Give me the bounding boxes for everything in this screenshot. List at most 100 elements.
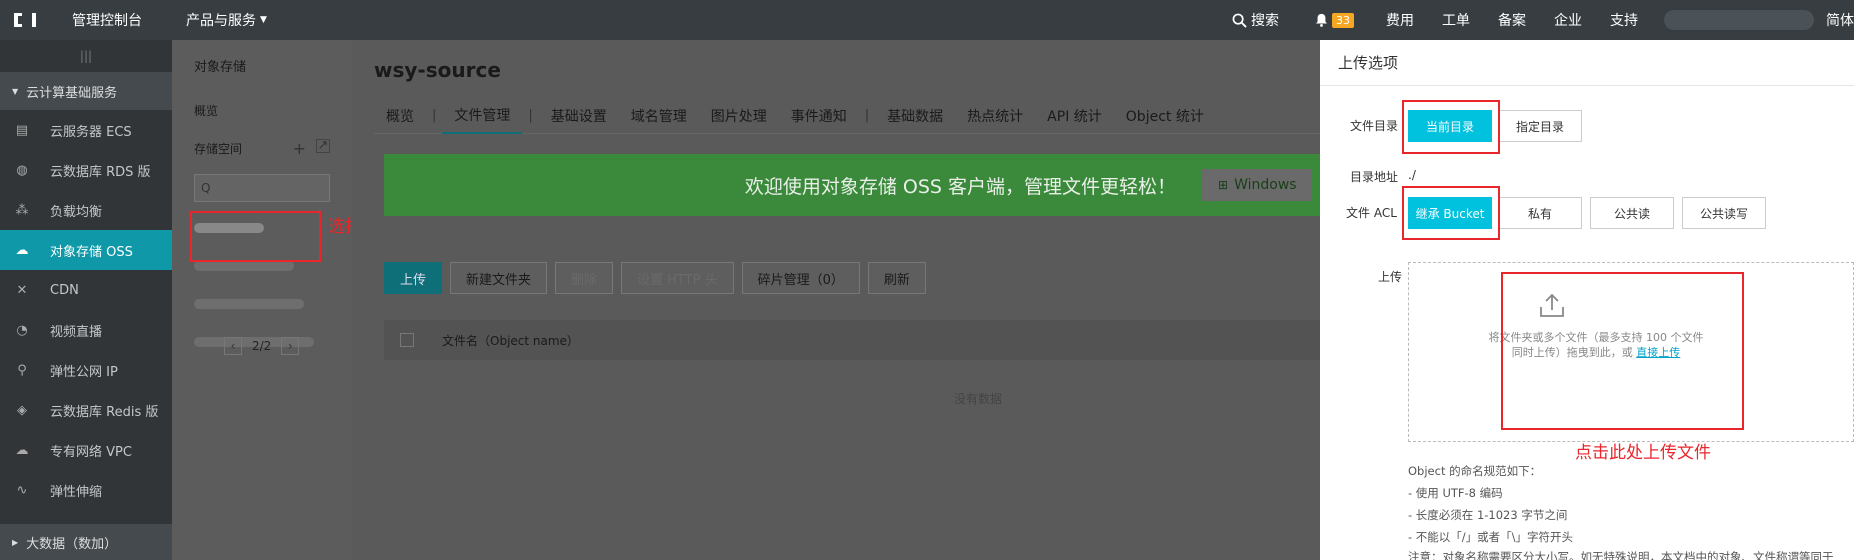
language-switch[interactable]: 简体 (1826, 0, 1854, 40)
annotation-current-dir-box (1402, 100, 1500, 154)
sidebar-item-cdn[interactable]: ✕ CDN (0, 270, 172, 310)
redis-icon: ◈ (17, 402, 27, 418)
acl-label: 文件 ACL (1346, 206, 1397, 220)
client-banner: 欢迎使用对象存储 OSS 客户端，管理文件更轻松！ ⊞ Windows (384, 154, 1320, 216)
bucket-item[interactable] (194, 292, 352, 316)
nav-link-support[interactable]: 支持 (1596, 0, 1652, 40)
sidebar-item-rds[interactable]: ◍ 云数据库 RDS 版 (0, 150, 172, 190)
tab-hot-stats[interactable]: 热点统计 (955, 98, 1035, 134)
acl-public-read-button[interactable]: 公共读 (1590, 197, 1674, 229)
tab-api-stats[interactable]: API 统计 (1035, 98, 1114, 134)
rules-note: 注意：对象名称需要区分大小写。如无特殊说明，本文档中的对象、文件称谓等同于 Ob… (1408, 550, 1834, 560)
oss-subnav: 对象存储 概览 存储空间 + ↗ Q ‹ 2/2 › (172, 40, 352, 560)
nav-link-beian[interactable]: 备案 (1484, 0, 1540, 40)
empty-state: 没有数据 (953, 392, 1002, 406)
rule-item: - 不能以「/」或者「\」字符开头 (1408, 530, 1574, 544)
search-label: 搜索 (1251, 13, 1279, 29)
storage-space-label: 存储空间 (194, 141, 243, 156)
cdn-icon: ✕ (16, 282, 28, 298)
annotation-upload-box (1501, 272, 1744, 430)
windows-icon: ⊞ (1218, 178, 1229, 192)
banner-text: 欢迎使用对象存储 OSS 客户端，管理文件更轻松！ (744, 175, 1176, 198)
sidebar-item-label: 负载均衡 (50, 204, 103, 220)
nav-link-enterprise[interactable]: 企业 (1540, 0, 1596, 40)
top-bar: 管理控制台 产品与服务 ▼ 搜索 33 费用 工单 备案 企业 支持 简体 (0, 0, 1854, 40)
new-folder-button[interactable]: 新建文件夹 (450, 262, 548, 294)
notification-badge: 33 (1332, 12, 1354, 28)
add-bucket-icon[interactable]: + (293, 139, 306, 158)
console-link[interactable]: 管理控制台 (50, 0, 164, 40)
scaling-icon: ∿ (16, 482, 28, 498)
specify-dir-button[interactable]: 指定目录 (1498, 110, 1582, 142)
tab-domain[interactable]: 域名管理 (619, 98, 699, 134)
sidebar-item-label: 对象存储 OSS (50, 244, 133, 260)
bell-icon (1315, 13, 1328, 27)
upload-button[interactable]: 上传 (384, 262, 443, 294)
sidebar-item-label: 云数据库 Redis 版 (50, 404, 159, 420)
vpc-icon: ☁ (15, 442, 29, 458)
tab-image[interactable]: 图片处理 (699, 98, 779, 134)
user-account[interactable] (1664, 10, 1814, 30)
tab-basic-settings[interactable]: 基础设置 (539, 98, 619, 134)
windows-download-button[interactable]: ⊞ Windows (1202, 169, 1312, 201)
nav-link-fee[interactable]: 费用 (1372, 0, 1428, 40)
prev-page-button[interactable]: ‹ (224, 337, 242, 355)
dir-label: 文件目录 (1350, 119, 1399, 133)
sidebar-item-slb[interactable]: ⁂ 负载均衡 (0, 190, 172, 230)
products-menu[interactable]: 产品与服务 ▼ (164, 0, 289, 40)
sidebar-item-label: 专有网络 VPC (50, 444, 132, 460)
chevron-down-icon: ▼ (260, 15, 267, 25)
ip-icon: ⚲ (17, 362, 27, 378)
bucket-search-input[interactable]: Q (194, 174, 330, 202)
sidebar-item-ess[interactable]: ∿ 弹性伸缩 (0, 470, 172, 510)
live-icon: ◔ (16, 322, 28, 338)
fragment-manage-button[interactable]: 碎片管理（0） (741, 262, 860, 294)
upload-label: 上传 (1378, 270, 1403, 284)
sidebar-item-live[interactable]: ◔ 视频直播 (0, 310, 172, 350)
column-filename: 文件名（Object name） (442, 333, 579, 348)
sidebar-group-bigdata[interactable]: ▶ 大数据（数加） (0, 524, 172, 560)
rule-item: - 长度必须在 1-1023 字节之间 (1408, 508, 1568, 522)
annotation-acl-box (1402, 186, 1500, 240)
caret-down-icon: ▼ (12, 86, 19, 96)
dir-address-value: ./ (1408, 168, 1416, 182)
next-page-button[interactable]: › (281, 337, 300, 355)
nav-link-ticket[interactable]: 工单 (1428, 0, 1484, 40)
rule-item: - 使用 UTF-8 编码 (1408, 486, 1503, 500)
sidebar-item-oss[interactable]: ☁ 对象存储 OSS (0, 230, 172, 270)
delete-button[interactable]: 删除 (555, 262, 614, 294)
naming-rules: Object 的命名规范如下： - 使用 UTF-8 编码 - 长度必须在 1-… (1408, 460, 1848, 560)
subnav-overview[interactable]: 概览 (172, 90, 352, 130)
tab-overview[interactable]: 概览 (374, 98, 426, 134)
tab-basic-data[interactable]: 基础数据 (875, 98, 955, 134)
windows-label: Windows (1234, 177, 1297, 193)
panel-title: 上传选项 (1320, 40, 1854, 86)
acl-public-rw-button[interactable]: 公共读写 (1682, 197, 1766, 229)
acl-private-button[interactable]: 私有 (1498, 197, 1582, 229)
refresh-button[interactable]: 刷新 (867, 262, 926, 294)
search-button[interactable]: 搜索 (1214, 0, 1297, 40)
notification-button[interactable]: 33 (1297, 0, 1372, 40)
sidebar-item-eip[interactable]: ⚲ 弹性公网 IP (0, 350, 172, 390)
set-http-header-button[interactable]: 设置 HTTP 头 (621, 262, 734, 294)
tab-divider: | (864, 108, 870, 123)
upload-options-panel: 上传选项 文件目录 当前目录 指定目录 目录地址 ./ 文件 ACL 继承 Bu… (1320, 40, 1854, 560)
sidebar-toggle[interactable]: ||| (0, 40, 172, 72)
cloud-icon: ☁ (15, 242, 29, 258)
database-icon: ◍ (16, 162, 28, 178)
sidebar-item-ecs[interactable]: ▤ 云服务器 ECS (0, 110, 172, 150)
tab-object-stats[interactable]: Object 统计 (1114, 98, 1216, 134)
sidebar-item-vpc[interactable]: ☁ 专有网络 VPC (0, 430, 172, 470)
sidebar-item-label: CDN (50, 282, 79, 298)
sidebar-group-label: 云计算基础服务 (26, 85, 118, 101)
aliyun-logo-icon[interactable] (0, 0, 50, 40)
sidebar-group-label: 大数据（数加） (26, 536, 118, 552)
manage-bucket-icon[interactable]: ↗ (316, 138, 330, 153)
sidebar-item-redis[interactable]: ◈ 云数据库 Redis 版 (0, 390, 172, 430)
sidebar-group-cloud[interactable]: ▼ 云计算基础服务 (0, 72, 172, 110)
tab-file-management[interactable]: 文件管理 (442, 98, 523, 134)
sidebar-item-label: 弹性伸缩 (50, 484, 103, 500)
tab-events[interactable]: 事件通知 (779, 98, 859, 134)
select-all-checkbox[interactable] (400, 333, 414, 347)
rules-title: Object 的命名规范如下： (1408, 464, 1542, 478)
